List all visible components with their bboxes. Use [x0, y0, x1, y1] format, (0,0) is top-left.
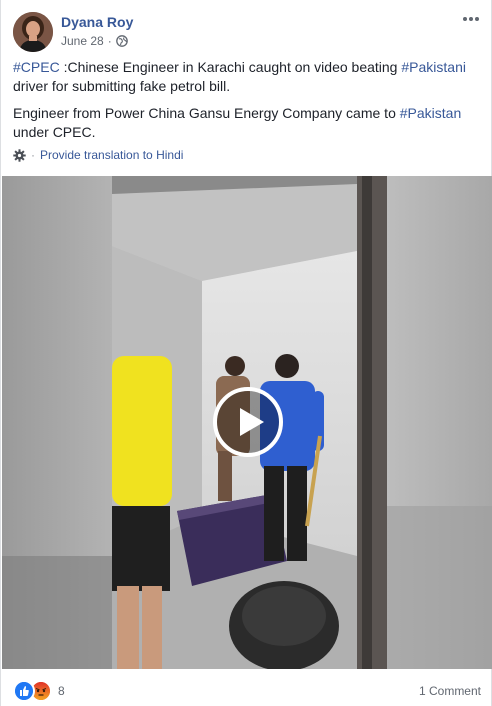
video-player[interactable]	[2, 176, 492, 669]
more-options-icon[interactable]	[461, 12, 481, 26]
reactions-summary[interactable]: 8	[13, 680, 65, 702]
post-paragraph-1: #CPEC :Chinese Engineer in Karachi caugh…	[13, 58, 477, 96]
translation-link[interactable]: · Provide translation to Hindi	[13, 148, 183, 162]
hashtag-pakistan[interactable]: #Pakistan	[400, 105, 461, 121]
reaction-count: 8	[58, 684, 65, 698]
avatar-image	[13, 12, 53, 52]
comments-count-link[interactable]: 1 Comment	[419, 684, 481, 698]
post-paragraph-2: Engineer from Power China Gansu Energy C…	[13, 104, 477, 142]
translation-separator: ·	[31, 148, 35, 162]
gear-icon	[13, 148, 26, 162]
paragraph-2-text-2: under CPEC.	[13, 124, 96, 140]
post-header: Dyana Roy June 28 ·	[13, 12, 481, 52]
hashtag-pakistani[interactable]: #Pakistani	[401, 59, 466, 75]
like-reaction-icon	[13, 680, 35, 702]
author-name[interactable]: Dyana Roy	[61, 14, 133, 30]
post-footer: 8 1 Comment	[13, 676, 481, 706]
post-text: #CPEC :Chinese Engineer in Karachi caugh…	[13, 58, 477, 150]
post-meta: June 28 ·	[61, 34, 128, 48]
translation-label[interactable]: Provide translation to Hindi	[40, 148, 183, 162]
meta-separator: ·	[107, 34, 112, 48]
post-date[interactable]: June 28	[61, 34, 104, 48]
paragraph-2-text-1: Engineer from Power China Gansu Energy C…	[13, 105, 400, 121]
globe-icon	[115, 35, 128, 47]
paragraph-1-text-1: :Chinese Engineer in Karachi caught on v…	[59, 59, 402, 75]
post-card: Dyana Roy June 28 · #CPEC :Chinese Engin…	[0, 0, 492, 706]
avatar[interactable]	[13, 12, 53, 52]
hashtag-cpec[interactable]: #CPEC	[13, 59, 60, 75]
paragraph-1-text-2: driver for submitting fake petrol bill.	[13, 78, 231, 94]
play-icon[interactable]	[212, 386, 284, 458]
